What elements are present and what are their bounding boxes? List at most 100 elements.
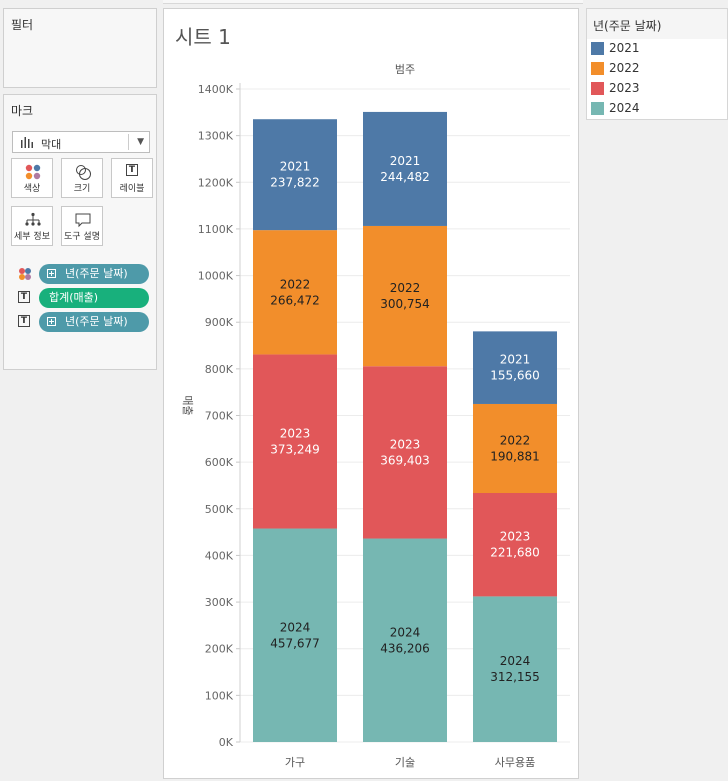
data-label-value: 155,660 [490,369,540,383]
marks-title: 마크 [11,104,34,118]
pill-row-color: 년(주문 날짜) [15,264,155,284]
label-button-label: 레이블 [119,184,145,194]
y-tick-label: 1300K [198,130,234,143]
color-button[interactable]: 색상 [11,158,53,198]
data-label-year: 2022 [500,433,531,447]
column-header: 범주 [395,63,415,76]
y-tick-label: 900K [205,316,234,329]
data-label-value: 221,680 [490,546,540,560]
chevron-down-icon: ▼ [137,137,144,147]
detail-button-label: 세부 정보 [14,232,50,242]
y-tick-label: 500K [205,503,234,516]
x-category-label: 가구 [285,756,305,769]
legend-title: 년(주문 날짜) [587,9,727,39]
pill-row-label-year: T 년(주문 날짜) [15,312,155,332]
legend-label: 2023 [609,81,640,95]
bar-segment-2021 [253,119,337,231]
legend-label: 2021 [609,41,640,55]
x-category-label: 사무용품 [495,756,535,769]
filters-shelf[interactable]: 필터 [3,8,157,88]
y-tick-label: 700K [205,410,234,423]
label-icon: T [112,164,152,180]
color-button-label: 색상 [23,184,41,194]
bar-segment-2024 [253,528,337,742]
detail-button[interactable]: 세부 정보 [11,206,53,246]
pill-text: 년(주문 날짜) [65,315,128,328]
data-label-year: 2021 [390,154,421,168]
size-button-label: 크기 [73,184,91,194]
data-label-value: 373,249 [270,442,320,456]
legend-item-2023[interactable]: 2023 [591,81,721,97]
bar-segment-2021 [473,331,557,404]
pill-sum-sales[interactable]: 합계(매출) [39,288,149,308]
legend-swatch [591,102,604,115]
data-label-value: 244,482 [380,170,430,184]
data-label-year: 2021 [500,353,531,367]
y-axis-label: 매출 [181,395,194,415]
legend-label: 2024 [609,101,640,115]
data-label-value: 457,677 [270,636,320,650]
data-label-value: 300,754 [380,297,430,311]
legend-item-2024[interactable]: 2024 [591,101,721,117]
data-label-value: 190,881 [490,449,540,463]
tooltip-button[interactable]: 도구 설명 [61,206,103,246]
legend-swatch [591,42,604,55]
color-dots-icon [19,268,31,280]
text-icon: T [18,291,32,305]
bar-segment-2024 [363,538,447,742]
legend-swatch [591,62,604,75]
y-tick-label: 1000K [198,270,234,283]
data-label-value: 436,206 [380,641,430,655]
data-label-year: 2022 [390,281,421,295]
mark-type-dropdown[interactable]: 막대 ▼ [12,131,150,153]
y-tick-label: 600K [205,456,234,469]
pill-year-label[interactable]: 년(주문 날짜) [39,312,149,332]
bar-segment-2022 [253,230,337,355]
pill-year-color[interactable]: 년(주문 날짜) [39,264,149,284]
y-tick-label: 1200K [198,176,234,189]
sheet-tab-strip [163,0,583,4]
pill-row-label-sales: T 합계(매출) [15,288,155,308]
bar-segment-2023 [253,354,337,529]
legend-label: 2022 [609,61,640,75]
legend-item-2022[interactable]: 2022 [591,61,721,77]
x-category-label: 기술 [395,756,415,769]
mark-type-label: 막대 [41,138,62,151]
bar-segment-2024 [473,596,557,742]
data-label-year: 2023 [280,426,311,440]
data-label-value: 312,155 [490,670,540,684]
legend-item-2021[interactable]: 2021 [591,41,721,57]
color-legend[interactable]: 년(주문 날짜) 2021 2022 2023 2024 [586,8,728,120]
data-label-year: 2024 [390,625,421,639]
bar-segment-2023 [363,366,447,539]
pill-text: 합계(매출) [49,291,99,304]
text-icon: T [18,315,32,329]
filters-title: 필터 [11,18,34,32]
label-button[interactable]: T 레이블 [111,158,153,198]
expand-plus-icon[interactable] [47,269,56,278]
tooltip-button-label: 도구 설명 [64,232,100,242]
y-tick-label: 800K [205,363,234,376]
data-label-value: 369,403 [380,453,430,467]
bar-segment-2022 [363,225,447,367]
size-button[interactable]: 크기 [61,158,103,198]
bar-segment-2022 [473,403,557,494]
bar-segment-2023 [473,493,557,597]
y-tick-label: 300K [205,596,234,609]
legend-swatch [591,82,604,95]
tooltip-icon [75,213,91,228]
data-label-year: 2022 [280,277,311,291]
data-label-value: 237,822 [270,176,320,190]
data-label-year: 2023 [390,437,421,451]
data-label-year: 2024 [500,654,531,668]
y-tick-label: 400K [205,549,234,562]
color-icon [25,164,41,180]
expand-plus-icon[interactable] [47,317,56,326]
data-label-year: 2024 [280,620,311,634]
y-tick-label: 100K [205,689,234,702]
detail-icon [25,212,41,226]
y-tick-label: 200K [205,643,234,656]
stacked-bar-chart: 범주 0K 100K 200K 300K 400K 500K 600K 700K 800K 900K… [181,63,570,769]
bar-chart-icon [21,137,33,148]
y-tick-label: 0K [219,736,234,749]
